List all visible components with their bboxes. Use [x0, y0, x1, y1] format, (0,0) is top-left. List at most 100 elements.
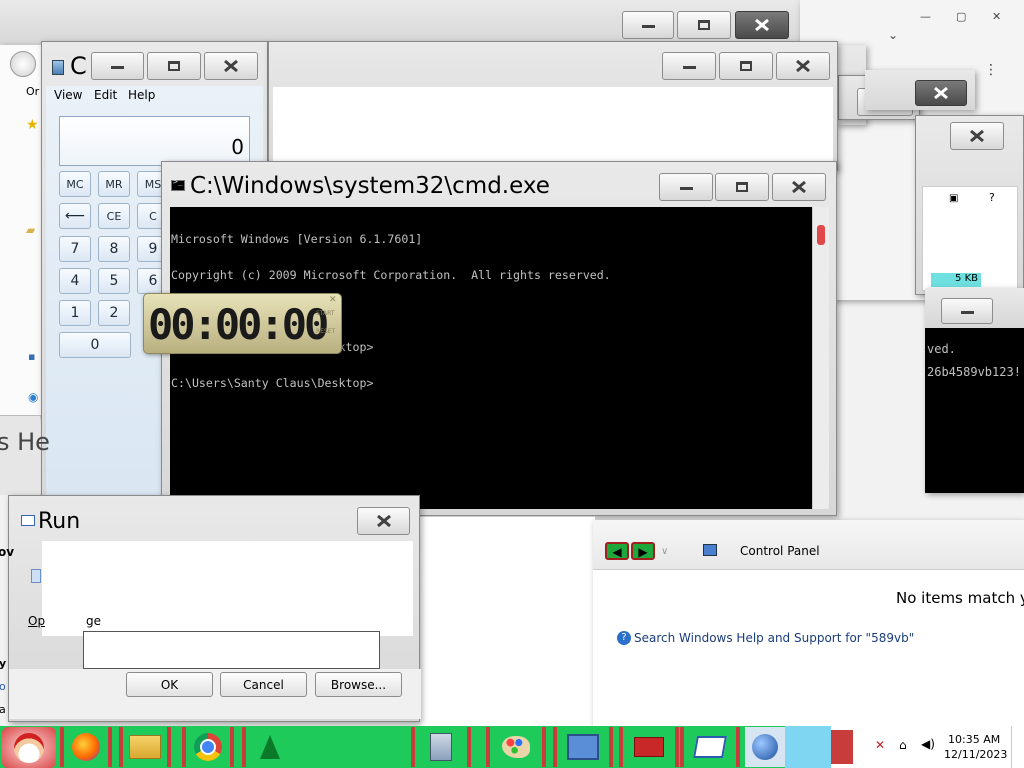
blank-maximize-button[interactable]	[719, 52, 773, 80]
calc-minimize-button[interactable]	[91, 52, 144, 80]
taskbar-globe[interactable]	[745, 727, 785, 767]
close-icon[interactable]: ✕	[992, 10, 1001, 23]
digit-0-button[interactable]: 0	[59, 332, 131, 358]
chevron-down-icon[interactable]: ⌄	[888, 28, 898, 42]
run-ok-button[interactable]: OK	[126, 672, 213, 697]
grid-icon[interactable]: ▣	[949, 193, 958, 204]
back-arrow-button[interactable]: ◀	[605, 542, 629, 560]
cp-no-items: No items match yo	[896, 589, 1024, 607]
digit-4-button[interactable]: 4	[59, 268, 91, 294]
more-menu-icon[interactable]: ⋮	[984, 62, 998, 78]
bg-console-minimize-button[interactable]	[941, 298, 993, 324]
stopwatch-start-button[interactable]: START	[316, 310, 335, 317]
run-open-input[interactable]: ge	[83, 610, 379, 632]
mr-button[interactable]: MR	[98, 171, 130, 197]
run-close-button[interactable]	[357, 507, 410, 535]
favorites-star-icon[interactable]: ★	[26, 117, 39, 133]
start-button[interactable]	[2, 727, 56, 768]
show-desktop-button[interactable]	[1011, 726, 1024, 768]
blank-close-button[interactable]	[776, 52, 830, 80]
background-window-5: ▣ ? 5 KB	[915, 115, 1024, 295]
cmd-maximize-button[interactable]	[715, 173, 769, 201]
folder-icon[interactable]: ▰	[26, 223, 35, 237]
monitor-icon	[567, 734, 599, 760]
background-window-lower	[420, 516, 595, 726]
forward-arrow-button[interactable]: ▶	[631, 542, 655, 560]
background-console-window: ved. 26b4589vb123!	[925, 288, 1024, 493]
digit-2-button[interactable]: 2	[98, 300, 130, 326]
volume-icon[interactable]: ◀)	[921, 737, 935, 751]
menu-view[interactable]: View	[54, 88, 82, 102]
taskbar-run[interactable]	[680, 727, 740, 767]
left-fragment-a: ov	[0, 545, 15, 559]
blank-minimize-button[interactable]	[662, 52, 716, 80]
calc-display: 0	[59, 116, 250, 166]
battery-icon[interactable]: ⌂	[899, 738, 907, 752]
control-panel-window: ◀ ▶ ∨ Control Panel No items match yo ? …	[593, 520, 1024, 727]
left-fragment-c: o	[0, 680, 6, 693]
paint-palette-icon	[502, 736, 530, 758]
bg-maximize-button[interactable]	[677, 11, 731, 39]
help-icon[interactable]: ?	[989, 191, 995, 204]
clock-time[interactable]: 10:35 AM	[948, 733, 1000, 746]
run-cancel-button[interactable]: Cancel	[220, 672, 307, 697]
network-icon[interactable]: ◉	[28, 390, 38, 404]
cmd-scroll-thumb[interactable]	[817, 225, 825, 245]
network-error-icon[interactable]: ✕	[875, 738, 885, 752]
cmd-line-1: Microsoft Windows [Version 6.1.7601]	[171, 232, 423, 246]
background-window-top	[0, 0, 800, 45]
digit-7-button[interactable]: 7	[59, 236, 91, 262]
bg5-close-button[interactable]	[950, 122, 1004, 150]
cp-breadcrumb[interactable]: Control Panel	[740, 544, 820, 558]
taskbar-remote-desktop[interactable]	[553, 727, 613, 767]
minimize-icon[interactable]: —	[920, 10, 931, 23]
menu-edit[interactable]: Edit	[94, 88, 117, 102]
mc-button[interactable]: MC	[59, 171, 91, 197]
run-app-icon	[693, 736, 727, 758]
maximize-icon[interactable]: ▢	[956, 10, 966, 23]
calc-close-button[interactable]	[204, 52, 258, 80]
stopwatch-reset-button[interactable]: RESET	[316, 328, 335, 335]
taskbar-chrome[interactable]	[182, 727, 234, 767]
taskbar-calculator[interactable]	[411, 727, 471, 767]
clock-date[interactable]: 12/11/2023	[944, 748, 1007, 761]
run-autocomplete-dropdown[interactable]	[83, 631, 380, 669]
menu-help[interactable]: Help	[128, 88, 155, 102]
stopwatch-close-icon[interactable]: ✕	[329, 295, 337, 305]
ce-button[interactable]: CE	[98, 203, 130, 229]
bg-close-button[interactable]	[735, 11, 789, 39]
cmd-close-button[interactable]	[772, 173, 826, 201]
bg-browser-controls: — ▢ ✕	[910, 10, 1020, 26]
taskbar-firefox[interactable]	[60, 727, 112, 767]
taskbar-christmas-tree[interactable]	[242, 727, 294, 767]
calc-maximize-button[interactable]	[147, 52, 201, 80]
digit-5-button[interactable]: 5	[98, 268, 130, 294]
bg-minimize-button[interactable]	[622, 11, 674, 39]
backspace-button[interactable]: ⟵	[59, 203, 91, 229]
background-window-4	[865, 70, 975, 110]
organize-label[interactable]: Or	[26, 85, 39, 98]
help-question-icon[interactable]: ?	[617, 631, 631, 645]
calculator-title: C	[70, 52, 87, 80]
back-button-icon[interactable]	[10, 51, 36, 77]
folder-icon	[129, 735, 161, 759]
bg4-close-button[interactable]	[915, 80, 967, 106]
run-dialog: Run Op ge OK Cancel Browse...	[8, 495, 421, 722]
history-chevron-icon[interactable]: ∨	[661, 546, 668, 557]
run-browse-button[interactable]: Browse...	[315, 672, 402, 697]
cp-help-link[interactable]: Search Windows Help and Support for "589…	[634, 631, 914, 645]
taskbar-toolbox[interactable]	[619, 727, 679, 767]
digit-8-button[interactable]: 8	[98, 236, 130, 262]
cmd-minimize-button[interactable]	[659, 173, 713, 201]
toolbox-icon	[634, 737, 664, 757]
calculator-icon	[430, 733, 452, 761]
taskbar-paint[interactable]	[486, 727, 546, 767]
run-icon	[21, 515, 35, 526]
digit-1-button[interactable]: 1	[59, 300, 91, 326]
cmd-console[interactable]: Microsoft Windows [Version 6.1.7601] Cop…	[170, 207, 812, 509]
cmd-icon: >_	[171, 177, 185, 191]
cmd-scrollbar[interactable]	[812, 207, 829, 509]
globe-icon	[752, 734, 778, 760]
taskbar-explorer[interactable]	[119, 727, 171, 767]
computer-icon[interactable]: ▪	[28, 350, 35, 363]
